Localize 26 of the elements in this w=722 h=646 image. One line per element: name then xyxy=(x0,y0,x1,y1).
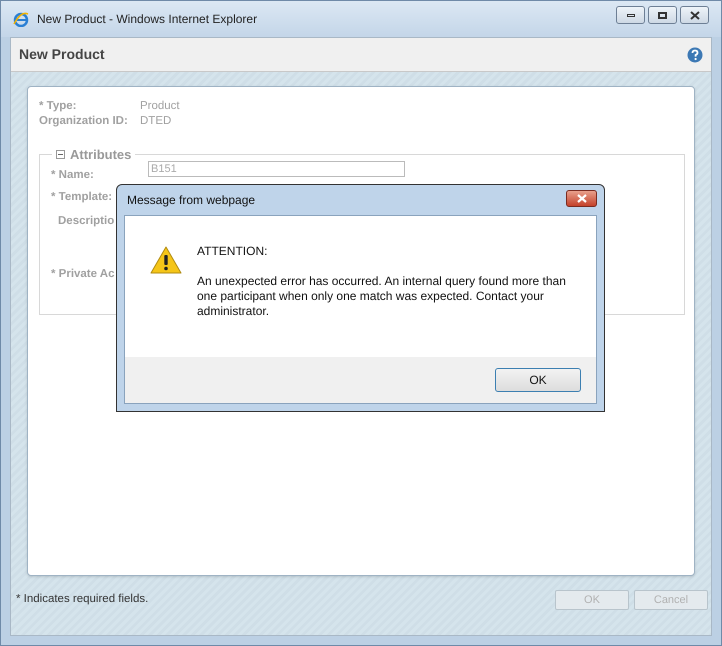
name-field[interactable]: B151 xyxy=(148,160,405,176)
error-message: An unexpected error has occurred. An internal query found more than one participant when only one match was expected. Contact your administrator. xyxy=(197,274,567,319)
required-note: * Indicates required fields. xyxy=(16,592,148,608)
field-label: * Type: xyxy=(39,99,78,114)
field-label: * Private Ac xyxy=(51,266,116,282)
dialog-heading: ATTENTION: xyxy=(197,244,268,259)
group-title: Attributes xyxy=(70,146,132,164)
warning-icon xyxy=(150,246,182,274)
field-label: Organization ID: xyxy=(39,114,129,129)
browser-logo-icon xyxy=(13,11,29,27)
field-value: DTED xyxy=(140,114,172,129)
close-button[interactable] xyxy=(680,6,709,24)
close-button[interactable] xyxy=(566,190,597,206)
help-icon[interactable] xyxy=(687,46,703,62)
page-title: New Product xyxy=(19,45,105,64)
close-icon xyxy=(690,10,700,20)
maximize-button[interactable] xyxy=(648,6,677,24)
ok-button[interactable]: OK xyxy=(495,368,581,392)
close-icon xyxy=(576,194,586,202)
window-title: New Product - Windows Internet Explorer xyxy=(37,11,258,28)
dialog-title: Message from webpage xyxy=(127,192,256,209)
minimize-button[interactable] xyxy=(616,6,645,24)
field-label: Descriptio xyxy=(58,214,116,228)
field-value: Product xyxy=(140,99,180,114)
field-label: * Name: xyxy=(51,168,95,182)
collapse-icon[interactable] xyxy=(56,150,65,160)
